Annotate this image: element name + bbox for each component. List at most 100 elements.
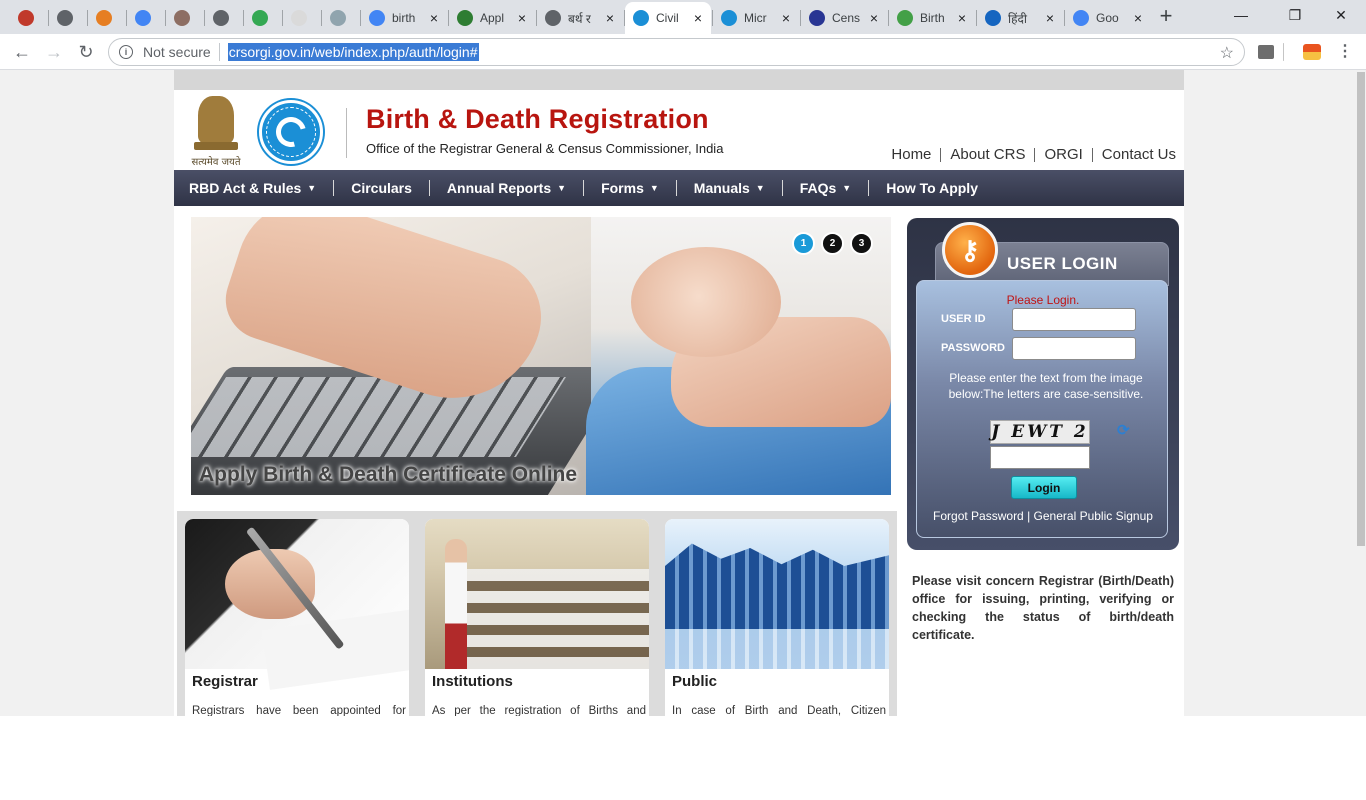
scrollbar-thumb[interactable] bbox=[1357, 72, 1365, 546]
menu-item-manuals[interactable]: Manuals ▼ bbox=[694, 180, 765, 196]
menu-separator bbox=[675, 180, 677, 196]
browser-tab[interactable]: Appl × bbox=[449, 4, 535, 32]
top-nav-about[interactable]: About CRS bbox=[950, 146, 1025, 163]
page-content: सत्यमेव जयते Birth & Death Registration … bbox=[0, 70, 1366, 716]
menu-item-faqs[interactable]: FAQs ▼ bbox=[800, 180, 852, 196]
login-message: Please Login. bbox=[1006, 293, 1080, 307]
browser-tab[interactable]: बर्थ र × bbox=[537, 4, 623, 32]
top-nav-home[interactable]: Home bbox=[891, 146, 931, 163]
tab-strip: birth × Appl × बर्थ र × Civil × Micr × Cens × Birth ×… bbox=[0, 0, 1366, 34]
tab-title: Micr bbox=[744, 11, 767, 25]
top-nav-orgi[interactable]: ORGI bbox=[1044, 146, 1082, 163]
user-id-input[interactable] bbox=[1012, 308, 1136, 331]
tab-favicon-icon bbox=[369, 10, 385, 26]
tab-separator bbox=[536, 10, 537, 26]
login-title: USER LOGIN bbox=[1007, 254, 1118, 273]
browser-tab[interactable] bbox=[10, 4, 48, 32]
info-cards: Registrar Registrars have been appointed… bbox=[177, 511, 897, 716]
card-institutions[interactable]: Institutions As per the registration of … bbox=[425, 519, 649, 716]
tab-separator bbox=[888, 10, 889, 26]
card-title: Public bbox=[672, 673, 718, 690]
header-divider bbox=[346, 108, 347, 158]
card-registrar[interactable]: Registrar Registrars have been appointed… bbox=[185, 519, 409, 716]
menu-item-circulars[interactable]: Circulars bbox=[351, 180, 412, 196]
browser-tab[interactable]: Birth × bbox=[889, 4, 975, 32]
forward-icon[interactable]: → bbox=[42, 40, 66, 64]
menu-separator bbox=[868, 180, 870, 196]
menu-item-label: Circulars bbox=[351, 180, 412, 196]
tab-title: Goo bbox=[1096, 11, 1119, 25]
new-tab-button[interactable]: + bbox=[1155, 5, 1177, 28]
browser-tab[interactable] bbox=[322, 4, 360, 32]
menu-icon[interactable]: ⋮ bbox=[1333, 40, 1357, 64]
browser-tab[interactable]: birth × bbox=[361, 4, 447, 32]
browser-tab[interactable]: Civil × bbox=[625, 2, 711, 34]
close-window-button[interactable]: ✕ bbox=[1318, 4, 1364, 28]
tab-close-icon[interactable]: × bbox=[1043, 10, 1057, 26]
menu-item-rbd-act-rules[interactable]: RBD Act & Rules ▼ bbox=[189, 180, 316, 196]
address-bar[interactable]: i Not secure crsorgi.gov.in/web/index.ph… bbox=[108, 38, 1245, 66]
card-text: As per the registration of Births and bbox=[432, 705, 646, 716]
tab-close-icon[interactable]: × bbox=[867, 10, 881, 26]
tab-close-icon[interactable]: × bbox=[691, 10, 705, 26]
browser-tab[interactable]: हिंदी × bbox=[977, 4, 1063, 32]
menu-separator bbox=[333, 180, 335, 196]
tab-close-icon[interactable]: × bbox=[1131, 10, 1145, 26]
bookmark-star-icon[interactable]: ☆ bbox=[1220, 43, 1234, 63]
menu-item-forms[interactable]: Forms ▼ bbox=[601, 180, 659, 196]
browser-tab[interactable]: Cens × bbox=[801, 4, 887, 32]
browser-tab[interactable] bbox=[127, 4, 165, 32]
browser-tab[interactable] bbox=[244, 4, 282, 32]
forgot-password-link[interactable]: Forgot Password bbox=[933, 509, 1024, 523]
login-link-separator: | bbox=[1027, 509, 1031, 523]
tab-separator bbox=[87, 10, 88, 26]
url-text[interactable]: crsorgi.gov.in/web/index.php/auth/login# bbox=[227, 43, 479, 61]
page-scrollbar[interactable] bbox=[1356, 70, 1366, 716]
tab-close-icon[interactable]: × bbox=[603, 10, 617, 26]
login-button[interactable]: Login bbox=[1011, 476, 1077, 499]
tab-close-icon[interactable]: × bbox=[779, 10, 793, 26]
extension-icon[interactable] bbox=[1303, 44, 1321, 60]
top-nav-separator bbox=[940, 147, 942, 162]
slider-dot-1[interactable]: 1 bbox=[792, 232, 815, 255]
minimize-button[interactable]: — bbox=[1218, 4, 1264, 28]
tab-favicon-icon bbox=[174, 10, 190, 26]
browser-tab[interactable]: Micr × bbox=[713, 4, 799, 32]
top-nav-contact[interactable]: Contact Us bbox=[1102, 146, 1176, 163]
tab-close-icon[interactable]: × bbox=[515, 10, 529, 26]
password-input[interactable] bbox=[1012, 337, 1136, 360]
back-icon[interactable]: ← bbox=[10, 40, 34, 64]
browser-tab[interactable] bbox=[49, 4, 87, 32]
browser-tab[interactable] bbox=[166, 4, 204, 32]
browser-tab[interactable] bbox=[88, 4, 126, 32]
card-public[interactable]: Public In case of Birth and Death, Citiz… bbox=[665, 519, 889, 716]
registrar-image bbox=[185, 519, 409, 690]
tab-favicon-icon bbox=[985, 10, 1001, 26]
security-label: Not secure bbox=[143, 44, 211, 60]
registrar-notice: Please visit concern Registrar (Birth/De… bbox=[912, 574, 1174, 642]
menu-item-annual-reports[interactable]: Annual Reports ▼ bbox=[447, 180, 566, 196]
tab-close-icon[interactable]: × bbox=[955, 10, 969, 26]
tab-favicon-icon bbox=[897, 10, 913, 26]
browser-tab[interactable] bbox=[283, 4, 321, 32]
menu-separator bbox=[781, 180, 783, 196]
chevron-down-icon: ▼ bbox=[307, 183, 317, 193]
menu-item-label: How To Apply bbox=[886, 180, 978, 196]
cast-icon[interactable] bbox=[1258, 45, 1274, 59]
browser-tab[interactable]: Goo × bbox=[1065, 4, 1151, 32]
captcha-refresh-icon[interactable]: ⟳ bbox=[1117, 421, 1133, 439]
tab-close-icon[interactable]: × bbox=[427, 10, 441, 26]
slider-dot-3[interactable]: 3 bbox=[850, 232, 873, 255]
public-signup-link[interactable]: General Public Signup bbox=[1034, 509, 1153, 523]
reload-icon[interactable]: ↻ bbox=[74, 40, 98, 64]
browser-tab[interactable] bbox=[205, 4, 243, 32]
tab-favicon-icon bbox=[135, 10, 151, 26]
restore-button[interactable]: ❐ bbox=[1272, 4, 1318, 28]
menu-item-how-to-apply[interactable]: How To Apply bbox=[886, 180, 978, 196]
captcha-image: J EWT 2 bbox=[990, 420, 1090, 444]
slider-dot-2[interactable]: 2 bbox=[821, 232, 844, 255]
login-links: Forgot Password | General Public Signup bbox=[917, 509, 1169, 523]
tab-separator bbox=[448, 10, 449, 26]
captcha-input[interactable] bbox=[990, 446, 1090, 469]
info-icon[interactable]: i bbox=[119, 45, 133, 59]
